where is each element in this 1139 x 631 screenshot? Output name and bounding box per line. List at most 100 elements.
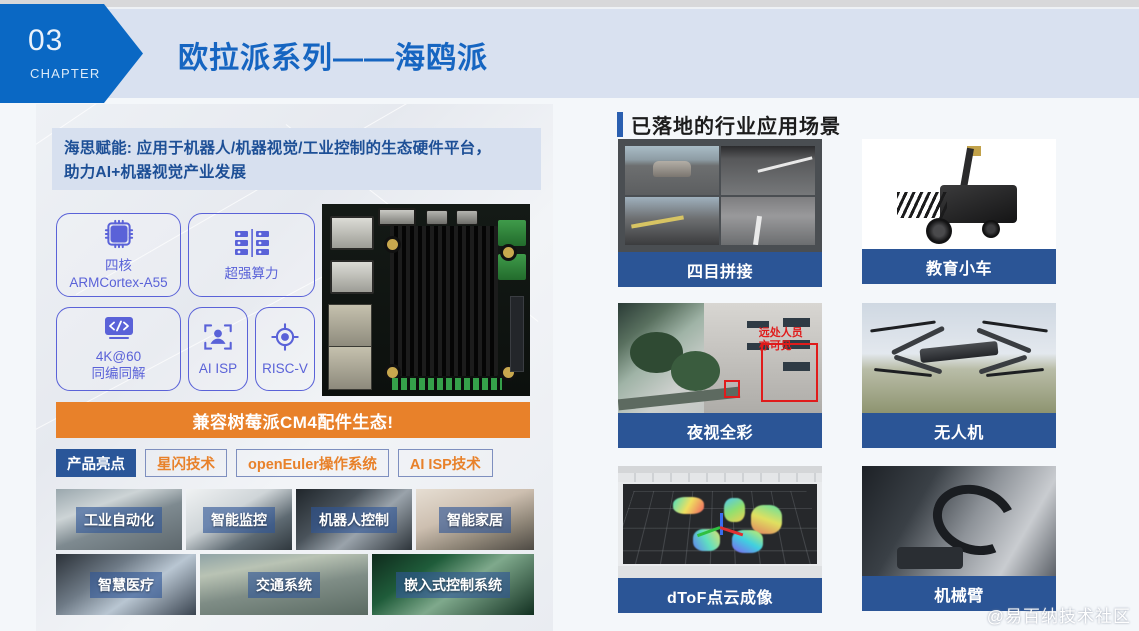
drone-art bbox=[862, 303, 1056, 413]
camera-quadrant bbox=[721, 146, 815, 195]
app-caption: 教育小车 bbox=[862, 249, 1056, 284]
scene-caption: 机器人控制 bbox=[311, 506, 397, 533]
feature-label-line2: ARMCortex-A55 bbox=[69, 275, 168, 290]
camera-quadrant bbox=[625, 196, 719, 245]
drone-fuselage bbox=[919, 340, 999, 364]
point-cluster bbox=[751, 504, 783, 534]
code-brackets-icon bbox=[103, 316, 135, 345]
app-card-education-car[interactable]: 教育小车 bbox=[862, 139, 1056, 284]
feature-box-riscv[interactable]: RISC-V bbox=[255, 307, 315, 391]
scene-photo-row-2: 智慧医疗 交通系统 嵌入式控制系统 bbox=[56, 554, 534, 615]
app-caption: 无人机 bbox=[862, 413, 1056, 448]
usb-port bbox=[330, 216, 374, 250]
scene-photo-industrial[interactable]: 工业自动化 bbox=[56, 489, 182, 550]
scene-photo-smarthome[interactable]: 智能家居 bbox=[416, 489, 534, 550]
app-caption: 四目拼接 bbox=[618, 252, 822, 287]
cm4-compat-banner: 兼容树莓派CM4配件生态! bbox=[56, 402, 530, 438]
scene-photo-embedded[interactable]: 嵌入式控制系统 bbox=[372, 554, 534, 615]
app-card-dtof[interactable]: dToF点云成像 bbox=[618, 466, 822, 613]
feature-label-line2: 同编同解 bbox=[91, 366, 146, 381]
app-photo bbox=[862, 466, 1056, 576]
scene-photo-row-1: 工业自动化 智能监控 机器人控制 智能家居 bbox=[56, 489, 534, 550]
feature-box-compute[interactable]: 超强算力 bbox=[188, 213, 315, 297]
page-title: 欧拉派系列——海鸥派 bbox=[178, 42, 488, 75]
drone-propeller bbox=[982, 320, 1049, 333]
app-photo bbox=[618, 139, 822, 252]
arm-base bbox=[896, 547, 963, 570]
intro-line-2: 助力AI+机器视觉产业发展 bbox=[64, 164, 247, 181]
feature-label-line1: 4K@60 bbox=[95, 349, 142, 364]
app-card-drone[interactable]: 无人机 bbox=[862, 303, 1056, 448]
chapter-label: CHAPTER bbox=[30, 66, 101, 81]
tag-starflash[interactable]: 星闪技术 bbox=[145, 449, 227, 477]
feature-box-codec[interactable]: 4K@60 同编同解 bbox=[56, 307, 181, 391]
feature-label-line1: 四核 bbox=[105, 258, 132, 273]
feature-box-aiisp[interactable]: AI ISP bbox=[188, 307, 248, 391]
scene-photo-traffic[interactable]: 交通系统 bbox=[200, 554, 368, 615]
ethernet-port bbox=[328, 304, 372, 348]
scene-photo-robotics[interactable]: 机器人控制 bbox=[296, 489, 412, 550]
tag-product-highlights[interactable]: 产品亮点 bbox=[56, 449, 136, 477]
drone-propeller bbox=[873, 368, 932, 378]
cpu-chip-icon bbox=[104, 219, 134, 254]
camera-quadrant bbox=[625, 146, 719, 195]
camera-quadrant bbox=[721, 196, 815, 245]
wheel bbox=[982, 220, 1001, 239]
section-accent-bar bbox=[617, 112, 623, 137]
mounting-hole bbox=[384, 236, 401, 253]
app-card-robotarm[interactable]: 机械臂 bbox=[862, 466, 1056, 611]
mini-hdmi-port bbox=[426, 210, 448, 225]
target-crosshair-icon bbox=[270, 322, 300, 357]
chassis bbox=[939, 185, 1018, 223]
robot-arm-art bbox=[862, 466, 1056, 576]
hdmi-port bbox=[378, 208, 416, 226]
server-rack-icon bbox=[234, 228, 269, 262]
nightvision-art: 远处人员亦可见 bbox=[618, 303, 822, 413]
app-caption: 夜视全彩 bbox=[618, 413, 822, 448]
section-title: 已落地的行业应用场景 bbox=[631, 116, 841, 138]
heatsink bbox=[390, 226, 498, 376]
detection-box-small bbox=[724, 380, 741, 398]
feature-label-line1: AI ISP bbox=[198, 360, 238, 376]
point-cluster bbox=[673, 496, 705, 515]
app-card-nightvision[interactable]: 远处人员亦可见 夜视全彩 bbox=[618, 303, 822, 448]
intro-callout: 海思赋能: 应用于机器人/机器视觉/工业控制的生态硬件平台， 助力AI+机器视觉… bbox=[52, 128, 541, 190]
window bbox=[783, 318, 810, 328]
scene-caption: 交通系统 bbox=[248, 571, 320, 598]
quadview-art bbox=[618, 139, 822, 252]
gpio-pin-header bbox=[392, 378, 502, 390]
viewer-canvas bbox=[623, 484, 817, 564]
left-content-panel: 海思赋能: 应用于机器人/机器视觉/工业控制的生态硬件平台， 助力AI+机器视觉… bbox=[36, 104, 553, 631]
feature-box-quadcore[interactable]: 四核 ARMCortex-A55 bbox=[56, 213, 181, 297]
tag-ai-isp[interactable]: AI ISP技术 bbox=[397, 449, 493, 477]
watermark: @易百纳技术社区 bbox=[986, 607, 1131, 626]
tag-row: 产品亮点 星闪技术 openEuler操作系统 AI ISP技术 bbox=[56, 449, 493, 477]
chapter-number: 03 bbox=[28, 24, 64, 57]
point-cluster bbox=[723, 498, 746, 523]
scene-photo-surveillance[interactable]: 智能监控 bbox=[186, 489, 292, 550]
app-photo bbox=[862, 139, 1056, 249]
cm4-compat-text: 兼容树莓派CM4配件生态! bbox=[192, 412, 394, 432]
scene-caption: 嵌入式控制系统 bbox=[396, 571, 510, 598]
app-caption: dToF点云成像 bbox=[618, 578, 822, 613]
slide-header-band bbox=[0, 9, 1139, 98]
claw bbox=[896, 191, 948, 219]
mini-hdmi-port bbox=[456, 210, 478, 225]
app-photo: 远处人员亦可见 bbox=[618, 303, 822, 413]
scene-photo-medical[interactable]: 智慧医疗 bbox=[56, 554, 196, 615]
tag-openeuler-os[interactable]: openEuler操作系统 bbox=[236, 449, 389, 477]
viewer-statusbar bbox=[618, 566, 822, 578]
board-photo bbox=[322, 204, 530, 396]
viewer-titlebar bbox=[618, 466, 822, 473]
app-card-quadview[interactable]: 四目拼接 bbox=[618, 139, 822, 287]
intro-line-1: 海思赋能: 应用于机器人/机器视觉/工业控制的生态硬件平台， bbox=[64, 140, 492, 157]
feature-label-line1: RISC-V bbox=[262, 360, 308, 376]
wheel bbox=[926, 218, 953, 245]
app-photo bbox=[618, 466, 822, 578]
expansion-slot bbox=[510, 296, 524, 372]
mounting-hole bbox=[500, 244, 517, 261]
pointcloud-art bbox=[618, 466, 822, 578]
scene-caption: 智慧医疗 bbox=[90, 571, 162, 598]
app-photo bbox=[862, 303, 1056, 413]
scene-caption: 工业自动化 bbox=[76, 506, 162, 533]
